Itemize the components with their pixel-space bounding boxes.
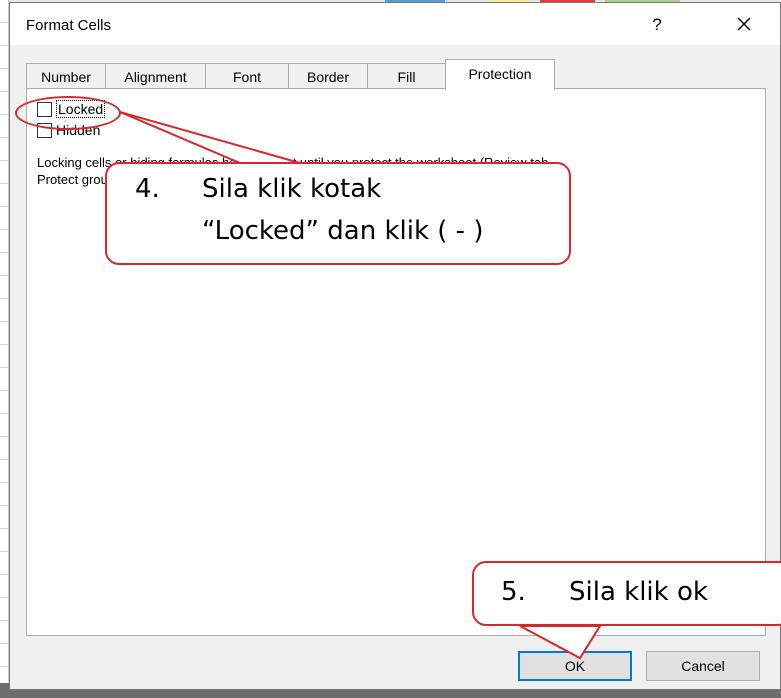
callout-1-line-2: “Locked” dan klik ( - ) [202, 216, 484, 246]
instruction-callout-step-5: 5. Sila klik ok [472, 561, 781, 626]
tab-protection[interactable]: Protection [445, 59, 555, 90]
instruction-callout-step-4: 4. Sila klik kotak “Locked” dan klik ( -… [105, 162, 571, 265]
locked-highlight-ellipse [15, 96, 121, 130]
callout-2-number: 5. [501, 577, 526, 607]
callout-2-pointer [519, 625, 602, 660]
callout-1-number: 4. [135, 174, 160, 204]
callout-1-pointer [119, 111, 301, 164]
callout-1-line-1: Sila klik kotak [202, 174, 382, 204]
callout-2-text: Sila klik ok [569, 577, 708, 607]
